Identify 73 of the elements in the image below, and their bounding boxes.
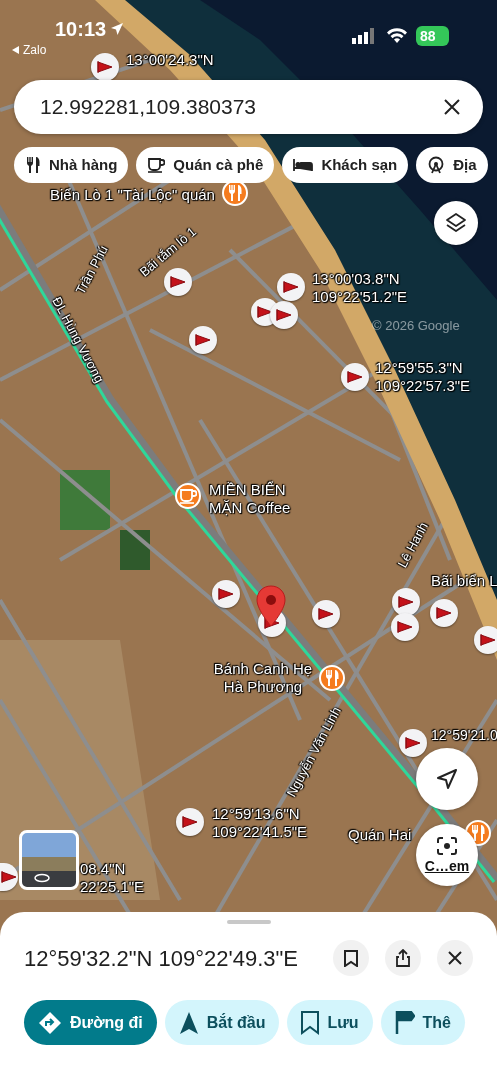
- place-title: 12°59'32.2"N 109°22'49.3"E: [24, 944, 300, 973]
- drag-handle[interactable]: [226, 920, 271, 924]
- clock-time: 10:13: [55, 17, 107, 42]
- close-button[interactable]: [437, 940, 473, 976]
- search-field[interactable]: 12.992281,109.380373: [14, 80, 483, 134]
- category-chip[interactable]: Địa: [416, 147, 488, 183]
- map-attribution: © 2026 Google: [372, 317, 460, 335]
- navigation-arrow-icon: [178, 1010, 199, 1035]
- flag-icon: [257, 306, 273, 318]
- category-chip[interactable]: Khách sạn: [282, 147, 409, 183]
- map-marker[interactable]: [0, 863, 18, 891]
- action-button[interactable]: Lưu: [287, 1000, 373, 1045]
- search-input[interactable]: 12.992281,109.380373: [38, 90, 437, 124]
- flag-icon: [195, 334, 211, 346]
- place-label[interactable]: MIỀN BIỂN MẶN Coffee: [209, 481, 319, 517]
- rotate-icon: [34, 873, 50, 883]
- battery-indicator: 88: [416, 26, 449, 46]
- bed-icon: [293, 158, 314, 172]
- place-label[interactable]: Quán Hai: [348, 826, 412, 844]
- fork-knife-icon: [470, 824, 486, 842]
- street-label: Bãi tắm lò 1: [136, 223, 200, 281]
- street-label: Trần Phú: [72, 242, 112, 298]
- fork-knife-icon: [25, 156, 41, 174]
- location-arrow-icon: [110, 22, 125, 36]
- back-triangle-icon: [12, 46, 19, 54]
- place-label[interactable]: Bãi biển L: [431, 572, 497, 590]
- wifi-icon: [386, 27, 408, 44]
- flag-icon: [170, 276, 186, 288]
- coordinate-label: 12°59'21.0: [431, 727, 497, 744]
- category-chip[interactable]: Nhà hàng: [14, 147, 129, 183]
- flag-icon: [397, 621, 413, 633]
- action-button[interactable]: Đường đi: [24, 1000, 157, 1045]
- share-button[interactable]: [385, 940, 421, 976]
- category-chip[interactable]: Quán cà phê: [136, 147, 275, 183]
- place-label[interactable]: Bánh Canh Hẹ Hà Phương: [207, 660, 319, 696]
- layers-icon: [445, 212, 467, 234]
- flag-icon: [398, 596, 414, 608]
- street-label: Lê Hanh: [394, 519, 432, 571]
- action-button[interactable]: Bắt đầu: [164, 1000, 280, 1045]
- ferris-wheel-icon: [427, 156, 446, 174]
- close-icon: [442, 97, 462, 117]
- camera-scan-icon: [437, 837, 457, 855]
- flag-icon: [436, 607, 452, 619]
- coordinate-label: 12°59'13.6"N 109°22'41.5"E: [212, 805, 308, 841]
- navigation-arrow-icon: [436, 768, 458, 790]
- cup-icon: [179, 488, 197, 504]
- fork-knife-icon: [324, 669, 340, 687]
- signal-icon: [352, 28, 376, 44]
- fork-knife-icon: [227, 184, 243, 202]
- flag-icon: [1, 871, 17, 883]
- back-link[interactable]: Zalo: [12, 41, 47, 59]
- street-view-thumbnail[interactable]: [19, 830, 79, 890]
- location-pin-icon[interactable]: [256, 585, 286, 627]
- flag-icon: [394, 1010, 415, 1035]
- flag-icon: [218, 588, 234, 600]
- directions-icon: [38, 1010, 62, 1035]
- flag-icon: [480, 634, 496, 646]
- flag-icon: [405, 737, 421, 749]
- flag-icon: [182, 816, 198, 828]
- flag-icon: [283, 281, 299, 293]
- bookmark-button[interactable]: [333, 940, 369, 976]
- flag-icon: [276, 309, 292, 321]
- flag-icon: [347, 371, 363, 383]
- action-button[interactable]: Thê: [380, 1000, 465, 1045]
- bookmark-icon: [344, 949, 358, 967]
- bookmark-icon: [301, 1010, 320, 1035]
- share-icon: [395, 949, 411, 967]
- place-label[interactable]: Biển Lò 1 "Tài Lộc" quán: [50, 186, 215, 204]
- flag-icon: [97, 61, 113, 73]
- close-icon: [448, 951, 462, 965]
- flag-icon: [318, 608, 334, 620]
- cup-icon: [147, 157, 166, 173]
- coordinate-label: 08.4"N 22'25.1"E: [80, 860, 145, 896]
